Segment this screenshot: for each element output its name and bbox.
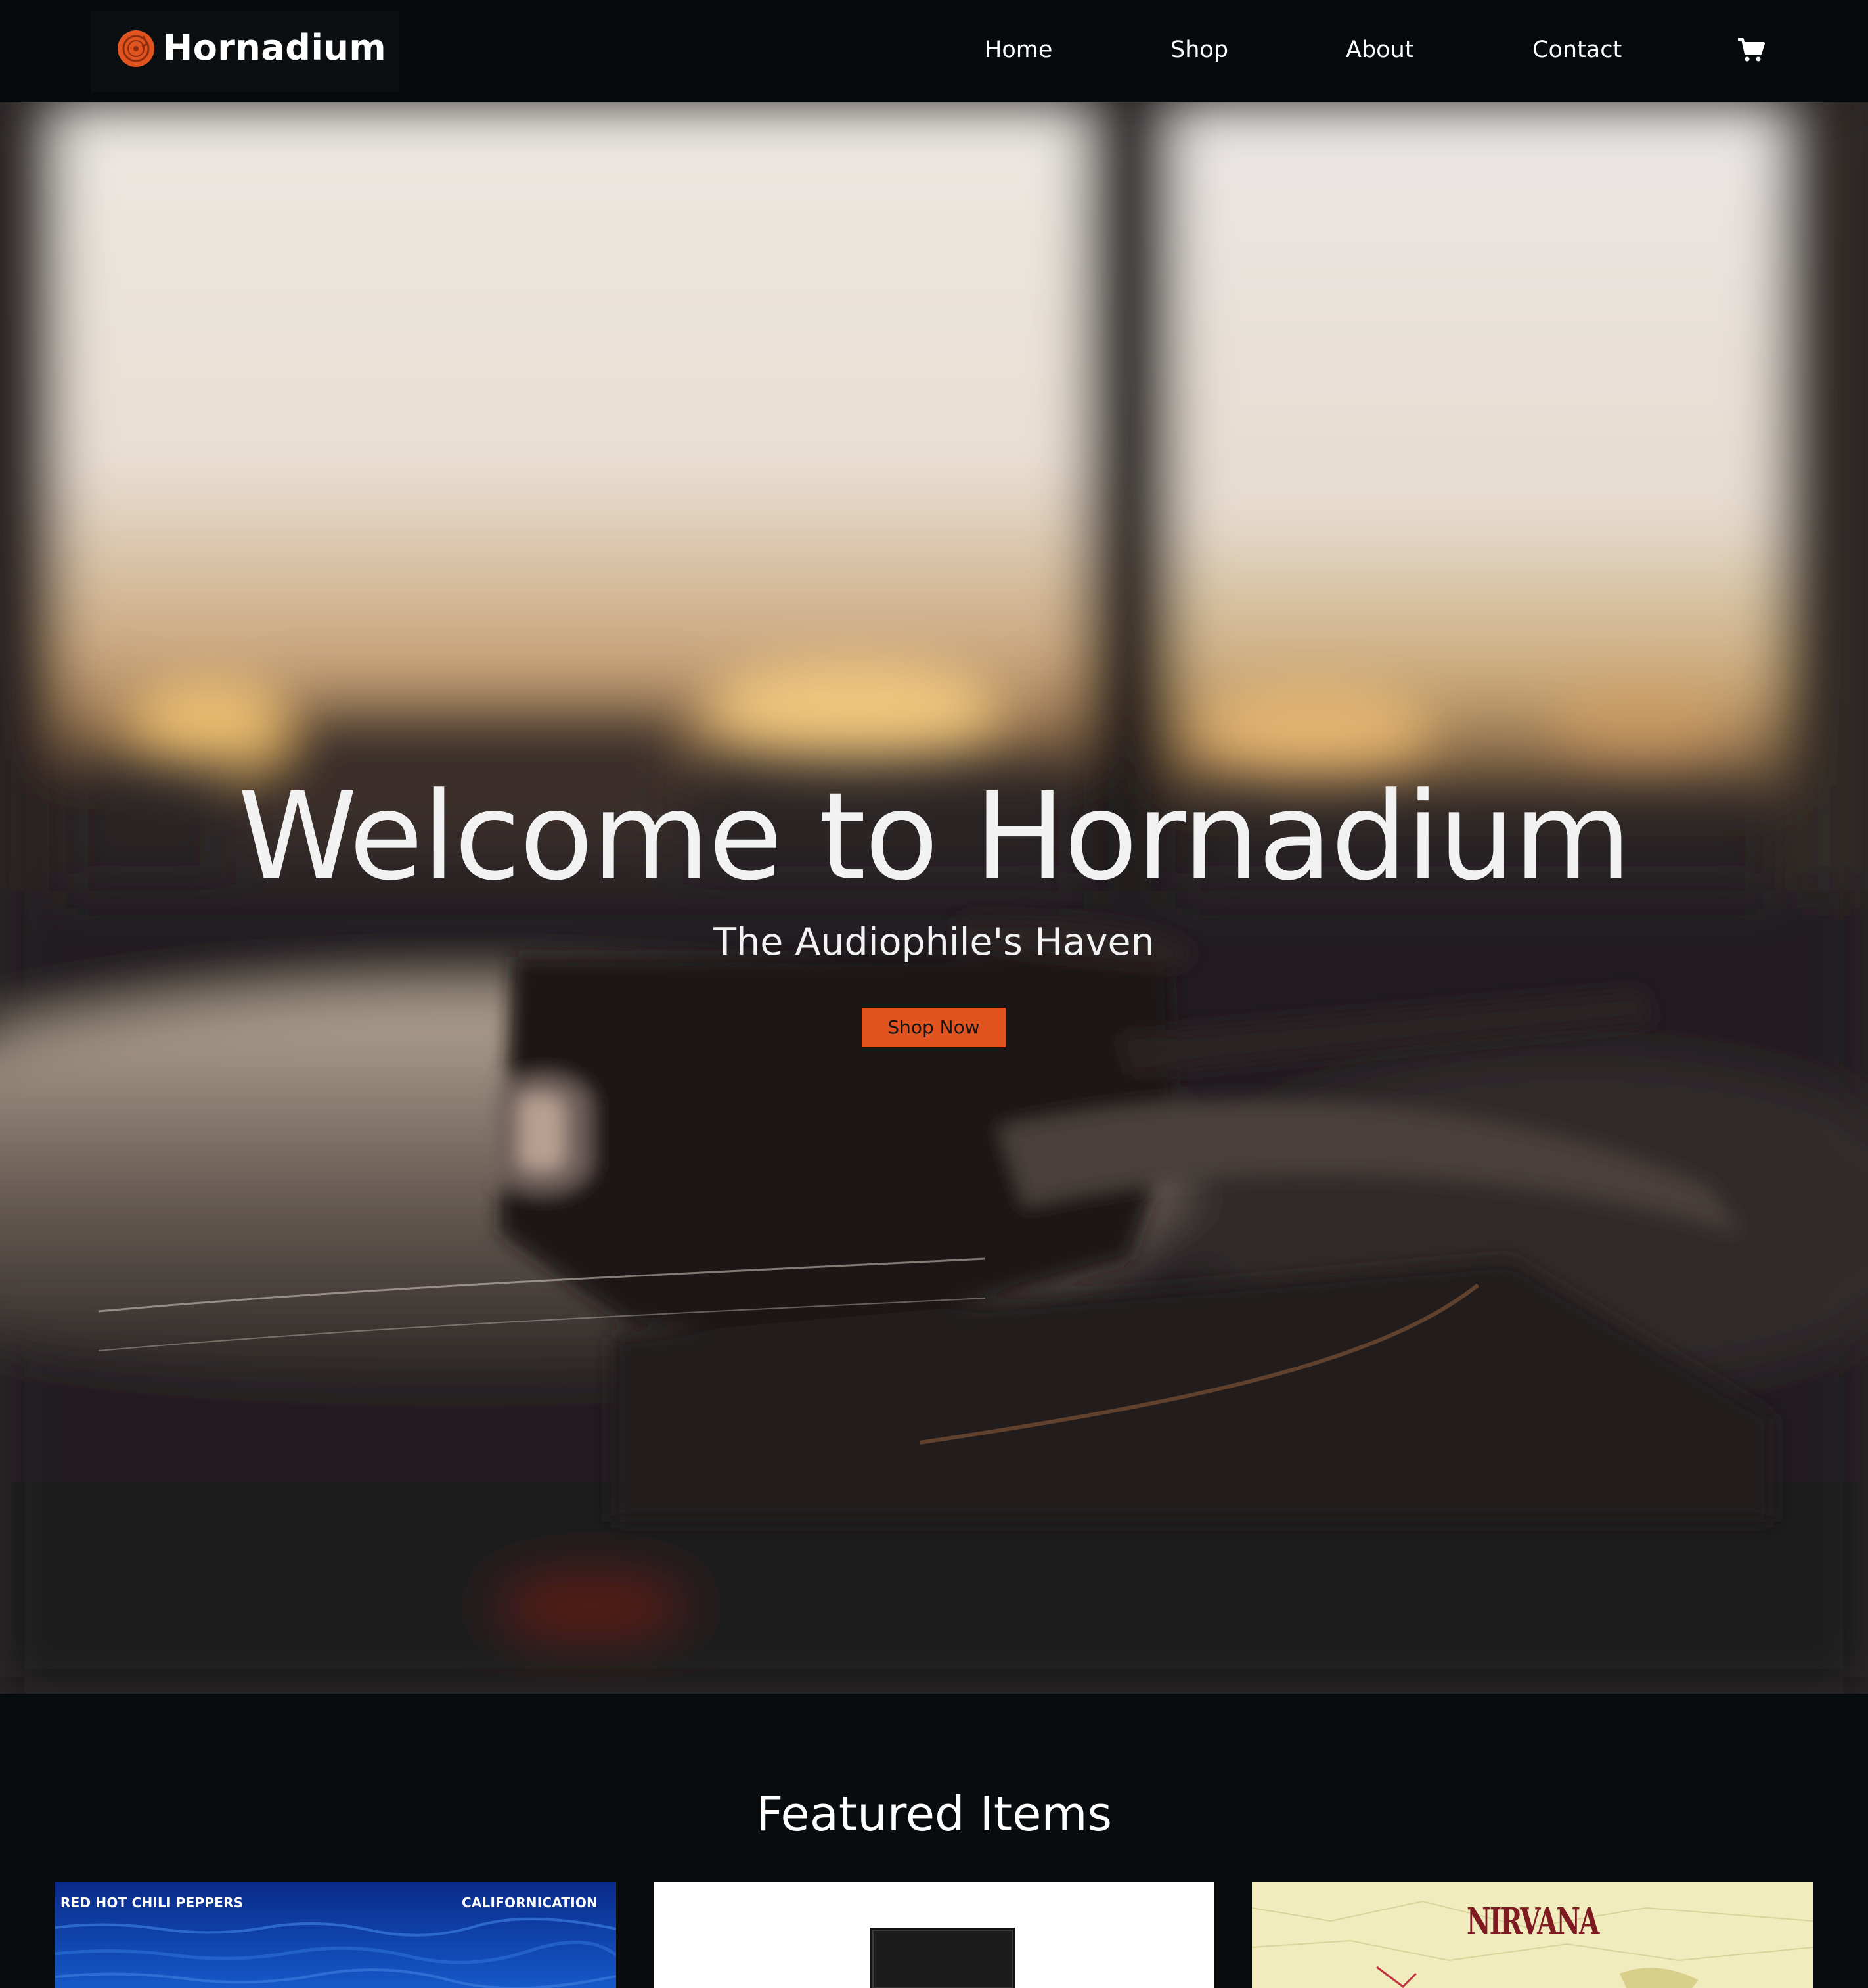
featured-title: Featured Items bbox=[755, 1786, 1113, 1841]
nav-contact[interactable]: Contact bbox=[1532, 34, 1622, 66]
shopping-cart-icon[interactable] bbox=[1737, 37, 1766, 63]
nav-home[interactable]: Home bbox=[985, 34, 1052, 66]
nav-about[interactable]: About bbox=[1346, 34, 1413, 66]
featured-section: Featured Items RED HOT CHILI PEPPERS CAL… bbox=[0, 1694, 1868, 1988]
vinyl-record-icon[interactable] bbox=[117, 30, 155, 68]
featured-item-card[interactable] bbox=[654, 1882, 1214, 1988]
nav-shop[interactable]: Shop bbox=[1170, 34, 1228, 66]
hero-section: Welcome to Hornadium The Audiophile's Ha… bbox=[0, 102, 1868, 1694]
navbar: Hornadium Home Shop About Contact bbox=[0, 0, 1868, 102]
album-band: RED HOT CHILI PEPPERS bbox=[60, 1895, 244, 1910]
brand-name[interactable]: Hornadium bbox=[163, 25, 386, 71]
shop-now-button[interactable]: Shop Now bbox=[862, 1008, 1006, 1047]
turntable-product-image bbox=[654, 1882, 1214, 1988]
hero-title: Welcome to Hornadium bbox=[238, 767, 1632, 907]
featured-item-card[interactable]: NIRVANA bbox=[1252, 1882, 1813, 1988]
featured-item-card[interactable]: RED HOT CHILI PEPPERS CALIFORNICATION bbox=[55, 1882, 616, 1988]
album-band: NIRVANA bbox=[1466, 1900, 1599, 1943]
album-title: CALIFORNICATION bbox=[461, 1895, 598, 1910]
hero-subtitle: The Audiophile's Haven bbox=[713, 920, 1155, 964]
